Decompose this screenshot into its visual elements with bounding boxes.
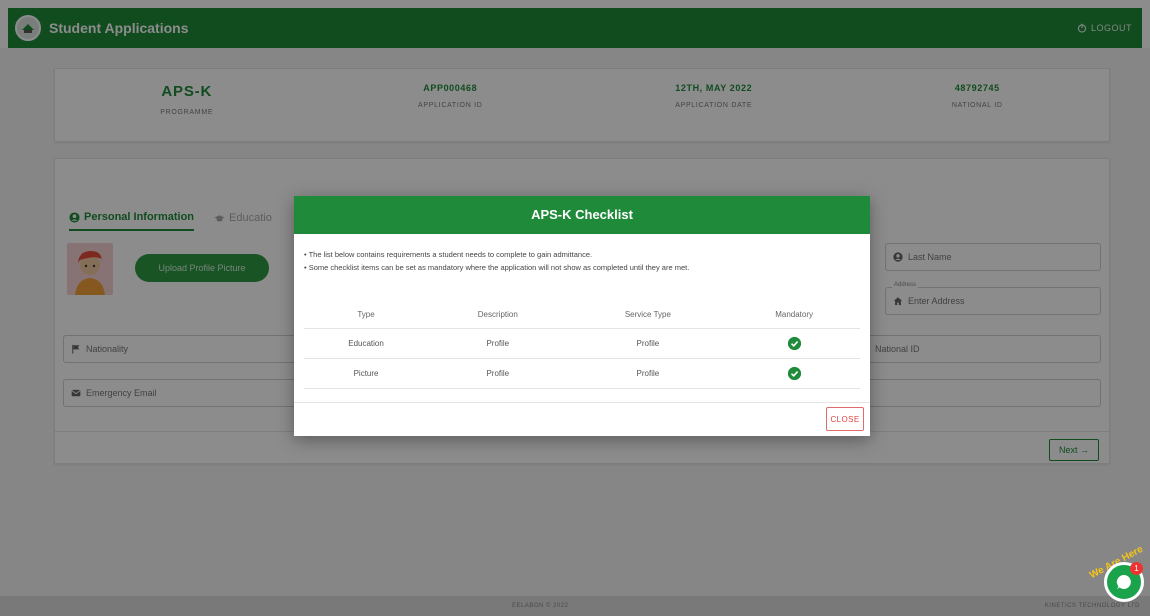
row-service-type: Profile xyxy=(567,358,729,389)
modal-note: • The list below contains requirements a… xyxy=(304,250,593,259)
check-circle-icon xyxy=(787,366,801,380)
checklist-modal: APS-K Checklist • The list below contain… xyxy=(294,196,870,436)
row-service-type: Profile xyxy=(567,328,729,359)
table-row: Education Profile Profile xyxy=(304,328,860,359)
row-type: Education xyxy=(304,328,429,359)
row-mandatory xyxy=(728,328,860,359)
table-row: Picture Profile Profile xyxy=(304,358,860,389)
modal-notes: • The list below contains requirements a… xyxy=(294,234,870,274)
column-header: Description xyxy=(428,302,568,329)
chat-widget-button[interactable]: 1 xyxy=(1104,562,1144,602)
modal-title: APS-K Checklist xyxy=(294,196,870,234)
check-circle-icon xyxy=(787,336,801,350)
close-button[interactable]: CLOSE xyxy=(826,407,864,431)
column-header: Service Type xyxy=(567,302,729,329)
column-header: Type xyxy=(304,302,429,329)
chat-bubble-icon xyxy=(1116,574,1131,589)
checklist-table: Type Description Service Type Mandatory … xyxy=(304,302,860,389)
row-mandatory xyxy=(728,358,860,389)
row-description: Profile xyxy=(428,358,568,389)
column-header: Mandatory xyxy=(728,302,860,329)
row-type: Picture xyxy=(304,358,429,389)
modal-footer-divider xyxy=(294,402,870,403)
chat-notification-badge: 1 xyxy=(1130,562,1143,575)
row-description: Profile xyxy=(428,328,568,359)
modal-note: • Some checklist items can be set as man… xyxy=(304,263,690,272)
table-header-row: Type Description Service Type Mandatory xyxy=(304,302,860,329)
